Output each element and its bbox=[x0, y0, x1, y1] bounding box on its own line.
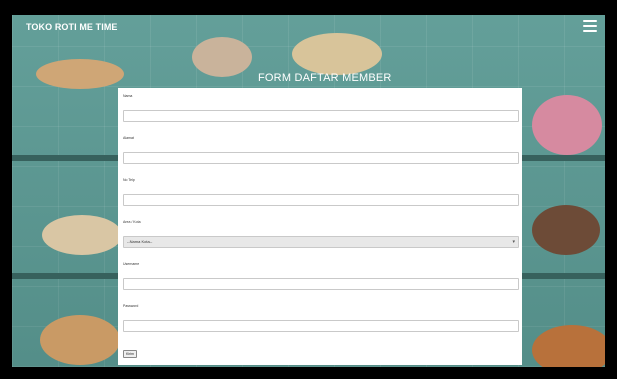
hamburger-icon[interactable] bbox=[583, 20, 597, 32]
area-kota-select[interactable]: --Nama Kota-- ▾ bbox=[123, 236, 519, 248]
username-input[interactable] bbox=[123, 278, 519, 290]
field-username: Username bbox=[123, 262, 519, 304]
page-frame: TOKO ROTI ME TIME FORM DAFTAR MEMBER Nam… bbox=[6, 9, 611, 373]
brand-title[interactable]: TOKO ROTI ME TIME bbox=[26, 22, 118, 32]
cake-slices-illustration bbox=[42, 215, 122, 255]
form-title: FORM DAFTAR MEMBER bbox=[258, 72, 392, 84]
navbar: TOKO ROTI ME TIME bbox=[12, 15, 605, 41]
nama-label: Nama bbox=[123, 94, 133, 98]
no-telp-label: No Telp bbox=[123, 178, 135, 182]
alamat-label: Alamat bbox=[123, 136, 134, 140]
area-kota-selected: --Nama Kota-- bbox=[127, 239, 153, 244]
no-telp-input[interactable] bbox=[123, 194, 519, 206]
member-form: Nama Alamat No Telp Area / Kota --Nama K… bbox=[118, 88, 522, 365]
password-label: Password bbox=[123, 304, 139, 308]
pie-illustration bbox=[40, 315, 120, 365]
cupcakes-illustration bbox=[532, 95, 602, 155]
field-no-telp: No Telp bbox=[123, 178, 519, 220]
field-alamat: Alamat bbox=[123, 136, 519, 178]
alamat-input[interactable] bbox=[123, 152, 519, 164]
chocolate-cake-illustration bbox=[532, 205, 600, 255]
donut-plate-illustration bbox=[36, 59, 124, 89]
nama-input[interactable] bbox=[123, 110, 519, 122]
rolls-illustration bbox=[532, 325, 605, 367]
field-nama: Nama bbox=[123, 94, 519, 136]
area-kota-label: Area / Kota bbox=[123, 220, 141, 224]
field-area-kota: Area / Kota --Nama Kota-- ▾ bbox=[123, 220, 519, 262]
field-password: Password bbox=[123, 304, 519, 346]
submit-button[interactable]: Kirim bbox=[123, 350, 137, 358]
username-label: Username bbox=[123, 262, 140, 266]
password-input[interactable] bbox=[123, 320, 519, 332]
chevron-down-icon: ▾ bbox=[512, 239, 515, 245]
cake-illustration bbox=[192, 37, 252, 77]
